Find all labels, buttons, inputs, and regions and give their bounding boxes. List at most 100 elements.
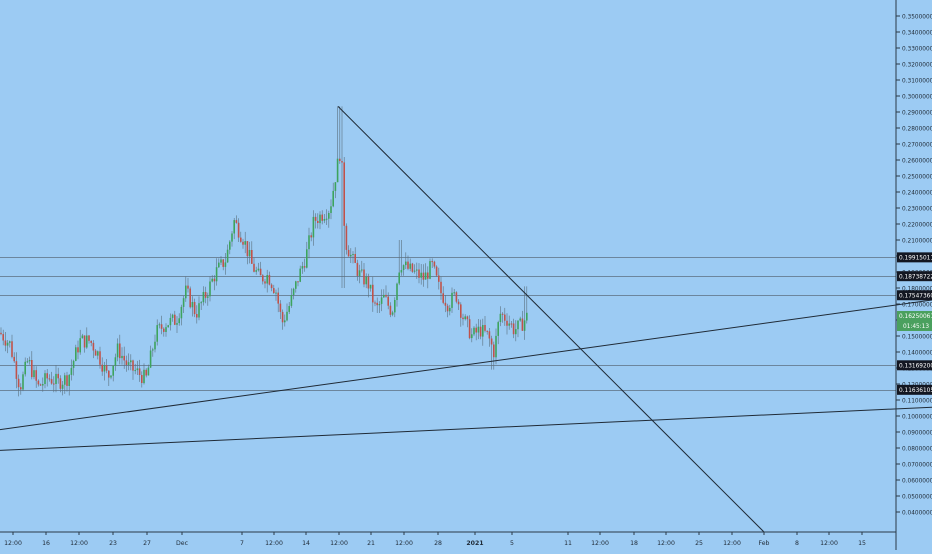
candle-body-134: [295, 281, 297, 289]
candle-body-159: [350, 254, 352, 257]
candle-body-156: [343, 162, 345, 226]
level-label-3: 0.13169200: [899, 363, 932, 369]
candle-body-141: [310, 235, 312, 238]
candle-body-35: [77, 347, 79, 353]
candle-body-193: [424, 272, 427, 280]
candle-body-89: [196, 314, 198, 318]
x-tick-label-18: 12:00: [657, 540, 675, 547]
candle-body-177: [389, 305, 392, 315]
candle-body-145: [319, 214, 321, 224]
candle-body-227: [499, 313, 502, 322]
candle-body-93: [204, 292, 207, 298]
y-tick-label-8: 0.27000000: [902, 143, 932, 149]
candle-body-219: [482, 325, 484, 337]
candle-body-69: [152, 349, 154, 351]
candle-body-72: [158, 324, 161, 326]
candle-body-81: [178, 318, 180, 324]
x-tick-label-19: 25: [695, 540, 703, 547]
candle-body-113: [248, 250, 251, 257]
candle-body-195: [429, 261, 431, 279]
candle-body-138: [303, 266, 306, 268]
candle-body-202: [444, 302, 447, 306]
candle-body-198: [435, 266, 438, 276]
candle-body-32: [70, 367, 73, 375]
candle-body-196: [431, 261, 433, 263]
candle-body-217: [477, 326, 480, 333]
y-tick-label-21: 0.14000000: [902, 351, 932, 357]
candle-body-191: [420, 272, 422, 278]
candle-body-183: [402, 265, 405, 270]
candle-body-235: [517, 320, 519, 330]
candle-body-222: [488, 331, 491, 339]
last-price-label: 0.16250061: [899, 314, 932, 320]
candle-body-90: [198, 303, 200, 318]
candle-body-70: [154, 341, 156, 350]
candle-body-87: [191, 302, 194, 308]
candle-body-211: [464, 316, 466, 320]
level-label-4: 0.11636105: [899, 388, 932, 394]
x-tick-label-21: Feb: [759, 540, 770, 547]
x-tick-label-8: 14: [302, 540, 310, 547]
level-label-2: 0.17547360: [899, 293, 932, 299]
y-tick-label-12: 0.23000000: [902, 207, 932, 213]
candle-body-229: [504, 314, 506, 321]
candle-body-105: [231, 233, 233, 242]
candle-body-214: [471, 334, 473, 339]
chart-container[interactable]: 0.35000000 0.34000000 0.33000000 0.32000000…: [0, 0, 932, 550]
candle-body-220: [484, 325, 486, 331]
bar-countdown-label: 01:45:13: [903, 324, 929, 330]
x-tick-label-7: 12:00: [265, 540, 283, 547]
candle-body-66: [145, 369, 147, 376]
candle-body-184: [405, 261, 407, 266]
candle-body-33: [72, 360, 75, 368]
candle-body-91: [200, 302, 202, 304]
candle-body-152: [334, 182, 337, 191]
y-tick-label-31: 0.04000000: [902, 511, 932, 517]
candle-body-231: [508, 323, 510, 326]
candle-body-200: [440, 281, 442, 294]
candle-body-208: [457, 301, 460, 305]
candle-body-30: [66, 375, 68, 386]
candle-body-120: [264, 281, 266, 284]
candle-body-144: [317, 220, 319, 223]
candle-body-37: [81, 335, 84, 339]
y-tick-label-18: 0.17000000: [902, 303, 932, 309]
candle-body-215: [473, 327, 475, 335]
candle-body-27: [59, 378, 62, 389]
candle-body-99: [218, 262, 220, 268]
candle-body-41: [90, 340, 92, 343]
candle-body-107: [235, 220, 238, 223]
candle-body-236: [519, 318, 521, 321]
candle-body-53: [116, 343, 119, 358]
candle-body-186: [409, 263, 411, 269]
y-tick-label-7: 0.28000000: [902, 127, 932, 133]
candle-body-140: [308, 235, 310, 250]
candle-body-124: [273, 288, 275, 293]
candle-body-10: [22, 374, 24, 390]
candle-body-226: [497, 322, 499, 336]
candle-body-210: [462, 317, 464, 320]
y-tick-label-13: 0.22000000: [902, 223, 932, 229]
candle-body-216: [475, 327, 477, 333]
candle-body-137: [301, 266, 304, 269]
candle-body-78: [171, 314, 174, 318]
candle-body-68: [149, 350, 152, 368]
candle-body-98: [215, 267, 218, 282]
y-tick-label-4: 0.31000000: [902, 79, 932, 85]
candle-body-148: [325, 218, 328, 220]
candle-body-40: [88, 335, 90, 341]
candle-body-218: [479, 326, 482, 337]
candle-body-6: [13, 356, 15, 362]
candle-body-86: [189, 288, 191, 308]
candle-body-154: [339, 158, 341, 161]
candlestick-chart[interactable]: 0.35000000 0.34000000 0.33000000 0.32000000…: [0, 0, 932, 550]
candle-body-189: [416, 269, 418, 271]
candle-body-201: [442, 293, 444, 303]
candle-body-71: [156, 325, 158, 342]
candle-body-57: [125, 360, 128, 365]
candle-body-60: [132, 360, 134, 371]
candle-body-54: [119, 343, 121, 359]
candle-body-117: [257, 268, 260, 271]
candle-body-42: [92, 342, 95, 351]
candle-body-230: [506, 320, 508, 326]
